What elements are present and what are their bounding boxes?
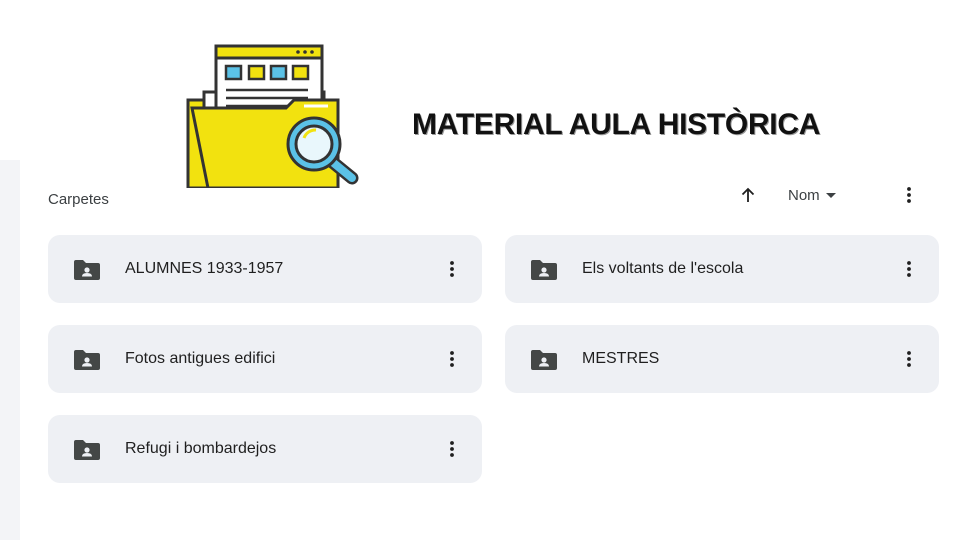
folder-card[interactable]: ALUMNES 1933-1957 <box>48 235 482 303</box>
section-label: Carpetes <box>48 191 109 208</box>
more-vert-icon <box>450 261 454 277</box>
folder-card[interactable]: Fotos antigues edifici <box>48 325 482 393</box>
folder-magnifier-illustration-icon <box>178 38 374 188</box>
folder-more-options-button[interactable] <box>440 437 464 461</box>
folder-card[interactable]: Refugi i bombardejos <box>48 415 482 483</box>
more-vert-icon <box>907 261 911 277</box>
folder-name: ALUMNES 1933-1957 <box>125 260 284 277</box>
folder-name: Fotos antigues edifici <box>125 350 276 367</box>
shared-folder-icon <box>74 440 100 460</box>
more-vert-icon <box>907 187 911 203</box>
shared-folder-icon <box>531 350 557 370</box>
sort-by-button[interactable]: Nom <box>788 184 838 206</box>
shared-folder-icon <box>531 260 557 280</box>
folder-more-options-button[interactable] <box>440 257 464 281</box>
more-vert-icon <box>907 351 911 367</box>
arrow-up-icon <box>741 187 755 202</box>
toolbar-more-options-button[interactable] <box>897 183 921 207</box>
sort-field-label: Nom <box>788 186 820 204</box>
folder-card[interactable]: Els voltants de l'escola <box>505 235 939 303</box>
shared-folder-icon <box>74 260 100 280</box>
more-vert-icon <box>450 351 454 367</box>
folder-name: Refugi i bombardejos <box>125 440 277 457</box>
caret-down-icon <box>825 193 836 198</box>
sort-direction-button[interactable] <box>736 183 760 207</box>
shared-folder-icon <box>74 350 100 370</box>
folder-card[interactable]: MESTRES <box>505 325 939 393</box>
folder-more-options-button[interactable] <box>897 257 921 281</box>
folder-more-options-button[interactable] <box>440 347 464 371</box>
folder-name: Els voltants de l'escola <box>582 260 744 277</box>
page-title: MATERIAL AULA HISTÒRICA <box>412 108 821 141</box>
more-vert-icon <box>450 441 454 457</box>
folder-name: MESTRES <box>582 350 660 367</box>
left-panel-edge <box>0 160 20 540</box>
folder-grid: ALUMNES 1933-1957 Els voltants de l'esco… <box>48 235 939 483</box>
folder-more-options-button[interactable] <box>897 347 921 371</box>
